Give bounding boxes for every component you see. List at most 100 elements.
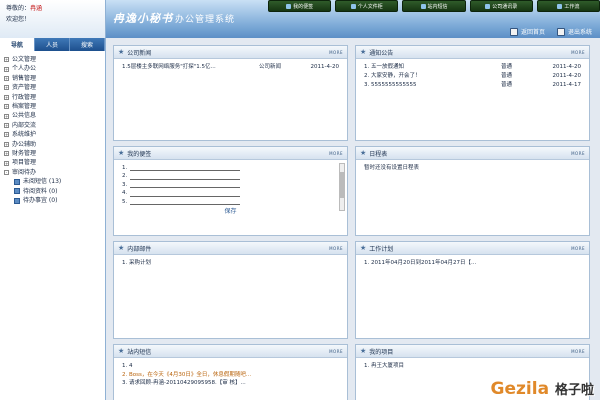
sidebar-item-label: 系统维护: [12, 131, 37, 139]
panel-header: ★ 日程表 MORE: [356, 147, 589, 160]
home-link[interactable]: 返回首页: [509, 27, 545, 36]
welcome-text: 欢迎您！: [6, 16, 31, 23]
list-item[interactable]: 1. 采购计划: [122, 259, 339, 268]
file-cabinet-button[interactable]: 个人文件柜: [335, 0, 399, 12]
more-link[interactable]: MORE: [571, 246, 585, 251]
mail-list: 1. 采购计划: [114, 255, 347, 272]
memo-input[interactable]: [130, 182, 241, 189]
memo-line[interactable]: 1.: [122, 164, 339, 173]
mail-icon: [14, 178, 20, 185]
list-item[interactable]: 1. 4: [122, 362, 339, 371]
news-list: 1.5层楼主多联网络服务"打探"1.5亿... 公司新闻 2011-4-20: [114, 59, 347, 76]
panel-title: 公司新闻: [127, 49, 152, 57]
sidebar-item-archives[interactable]: + 档案管理: [4, 102, 101, 111]
user-name[interactable]: 冉涵: [30, 5, 42, 12]
list-item[interactable]: 2. 大家安静，开会了！ 普通 2011-4-20: [364, 72, 581, 81]
workflow-button[interactable]: 工作流: [536, 0, 600, 12]
star-icon: ★: [118, 149, 125, 157]
item-title: 1. 五一放假通知: [364, 64, 404, 70]
memo-line[interactable]: 4.: [122, 190, 339, 199]
sidebar-item-finance[interactable]: + 财务管理: [4, 149, 101, 158]
tab-nav[interactable]: 导航: [0, 38, 35, 51]
sidebar-item-communication[interactable]: + 内部交流: [4, 121, 101, 130]
list-item[interactable]: 3. 请求回顾-冉涵-20110429095958.【审 核】...: [122, 379, 339, 388]
app-subtitle: 办公管理系统: [175, 15, 236, 25]
star-icon: ★: [118, 347, 125, 355]
sidebar-item-personal[interactable]: + 个人办公: [4, 64, 101, 73]
sidebar-item-unread-sms[interactable]: 未阅短信 (13): [4, 177, 101, 186]
list-item[interactable]: 3. 5555555555555 普通 2011-4-17: [364, 81, 581, 90]
sidebar-item-label: 个人办公: [12, 65, 37, 73]
memo-line[interactable]: 5.: [122, 198, 339, 207]
watermark-latin: Gezila: [490, 379, 550, 399]
panel-title: 工作计划: [369, 245, 394, 253]
memo-form: 1. 2. 3. 4. 5. 保存: [114, 160, 347, 220]
scrollbar-thumb[interactable]: [340, 172, 344, 198]
panel-header: ★ 站内短信 MORE: [114, 345, 347, 358]
list-item[interactable]: 1. 2011年04月20日到2011年04月27日【...: [364, 259, 581, 268]
sidebar-item-documents[interactable]: + 公文管理: [4, 55, 101, 64]
expand-icon: +: [4, 76, 9, 82]
sidebar-item-label: 项目管理: [12, 159, 37, 167]
logout-icon: [556, 27, 565, 36]
sidebar-item-assist[interactable]: + 办公辅助: [4, 140, 101, 149]
expand-icon: +: [4, 123, 9, 129]
expand-icon: +: [4, 57, 9, 63]
sms-button[interactable]: 站内短信: [402, 0, 466, 12]
panel-title: 日程表: [369, 150, 388, 158]
sidebar-item-pending[interactable]: - 审阅待办: [4, 168, 101, 177]
tab-people[interactable]: 人员: [35, 38, 70, 51]
expand-icon: +: [4, 66, 9, 72]
panel-header: ★ 内部邮件 MORE: [114, 242, 347, 255]
sidebar-item-todo[interactable]: 待办事宜 (0): [4, 196, 101, 205]
more-link[interactable]: MORE: [329, 349, 343, 354]
expand-icon: +: [4, 85, 9, 91]
more-link[interactable]: MORE: [571, 349, 585, 354]
memo-line[interactable]: 2.: [122, 173, 339, 182]
home-icon: [509, 27, 518, 36]
scrollbar[interactable]: [339, 163, 345, 211]
item-title: 1.5层楼主多联网络服务"打探"1.5亿...: [122, 64, 216, 70]
sidebar-item-pending-docs[interactable]: 待阅资料 (0): [4, 187, 101, 196]
sidebar-item-assets[interactable]: + 资产管理: [4, 83, 101, 92]
more-link[interactable]: MORE: [329, 151, 343, 156]
collapse-icon: -: [4, 170, 9, 176]
memo-line[interactable]: 3.: [122, 181, 339, 190]
list-item[interactable]: 1. 冉王大厦项目: [364, 362, 581, 371]
address-book-button[interactable]: 公司通讯录: [469, 0, 533, 12]
memo-input[interactable]: [130, 174, 241, 180]
tab-search[interactable]: 搜索: [70, 38, 105, 51]
star-icon: ★: [118, 244, 125, 252]
sidebar-item-label: 公共信息: [12, 112, 37, 120]
save-button[interactable]: 保存: [122, 207, 339, 216]
more-link[interactable]: MORE: [571, 151, 585, 156]
more-link[interactable]: MORE: [329, 50, 343, 55]
expand-icon: +: [4, 104, 9, 110]
item-date: 2011-4-20: [552, 64, 581, 70]
sidebar-item-label: 行政管理: [12, 93, 37, 101]
sidebar-item-label: 档案管理: [12, 103, 37, 111]
memo-button[interactable]: 我的便签: [268, 0, 332, 12]
star-icon: ★: [118, 48, 125, 56]
sidebar-item-label: 资产管理: [12, 84, 37, 92]
sidebar-item-label: 审阅待办: [12, 168, 37, 176]
project-list: 1. 冉王大厦项目: [356, 358, 589, 375]
sidebar-item-sales[interactable]: + 销售管理: [4, 74, 101, 83]
sidebar-item-projects[interactable]: + 项目管理: [4, 158, 101, 167]
sidebar-item-public-info[interactable]: + 公共信息: [4, 111, 101, 120]
sidebar-item-admin[interactable]: + 行政管理: [4, 93, 101, 102]
memo-input[interactable]: [130, 165, 241, 172]
welcome-box: 尊敬的：冉涵 欢迎您！: [0, 0, 106, 38]
more-link[interactable]: MORE: [571, 50, 585, 55]
item-level: 普通: [501, 82, 513, 88]
list-item[interactable]: 2. Boss，在今天《4月30日》全日，休息假期随吧...: [122, 371, 339, 380]
sidebar-item-label: 财务管理: [12, 150, 37, 158]
top-toolbar: 我的便签 个人文件柜 站内短信 公司通讯录 工作流: [268, 0, 600, 13]
list-item[interactable]: 1. 五一放假通知 普通 2011-4-20: [364, 63, 581, 72]
sidebar-item-system[interactable]: + 系统维护: [4, 130, 101, 139]
memo-input[interactable]: [130, 191, 241, 197]
list-item[interactable]: 1.5层楼主多联网络服务"打探"1.5亿... 公司新闻 2011-4-20: [122, 63, 339, 72]
logout-link[interactable]: 退出系统: [556, 27, 592, 36]
memo-input[interactable]: [130, 199, 241, 206]
more-link[interactable]: MORE: [329, 246, 343, 251]
